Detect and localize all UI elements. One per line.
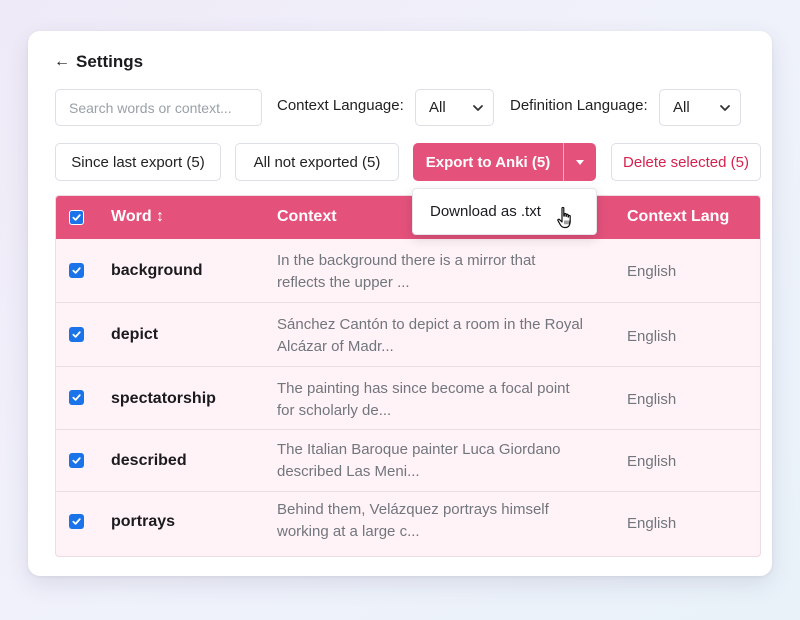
row-checkbox[interactable] — [69, 390, 84, 405]
context-language-value: All — [429, 99, 446, 116]
page-header: ← Settings — [54, 51, 143, 73]
export-split-button: Export to Anki (5) — [413, 143, 596, 181]
context-line: In the background there is a mirror that — [277, 252, 536, 269]
column-header-context: Context — [277, 208, 337, 225]
chevron-down-icon — [720, 104, 730, 111]
chevron-down-icon — [473, 104, 483, 111]
check-icon — [72, 394, 81, 401]
context-lang-cell: English — [627, 263, 677, 280]
definition-language-label: Definition Language: — [510, 97, 648, 114]
row-checkbox[interactable] — [69, 327, 84, 342]
context-language-select[interactable]: All — [415, 89, 494, 126]
caret-down-icon — [576, 159, 584, 165]
context-line: Behind them, Velázquez portrays himself — [277, 501, 549, 518]
context-cell: The painting has since become a focal po… — [277, 378, 607, 422]
check-icon — [72, 267, 81, 274]
check-icon — [72, 214, 81, 221]
select-all-checkbox[interactable] — [69, 210, 84, 225]
context-cell: Behind them, Velázquez portrays himself … — [277, 499, 607, 543]
context-line: The Italian Baroque painter Luca Giordan… — [277, 441, 561, 458]
export-options-toggle[interactable] — [564, 143, 596, 181]
table-row[interactable]: spectatorship The painting has since bec… — [56, 367, 760, 430]
context-line: Sánchez Cantón to depict a room in the R… — [277, 316, 584, 333]
check-icon — [72, 331, 81, 338]
context-line: The painting has since become a focal po… — [277, 380, 570, 397]
check-icon — [72, 457, 81, 464]
word-cell: described — [111, 452, 187, 469]
definition-language-select[interactable]: All — [659, 89, 741, 126]
context-line: Alcázar of Madr... — [277, 338, 394, 355]
word-cell: depict — [111, 326, 159, 343]
table-row[interactable]: depict Sánchez Cantón to depict a room i… — [56, 303, 760, 367]
context-line: described Las Meni... — [277, 463, 420, 480]
table-header: Word ↕ Context Context Lang — [56, 196, 760, 239]
context-lang-cell: English — [627, 391, 677, 408]
words-table: Word ↕ Context Context Lang background I… — [55, 195, 761, 557]
context-line: working at a large c... — [277, 523, 420, 540]
settings-card: ← Settings Context Language: All Definit… — [28, 31, 772, 576]
context-cell: In the background there is a mirror that… — [277, 250, 607, 294]
row-checkbox[interactable] — [69, 263, 84, 278]
delete-selected-button[interactable]: Delete selected (5) — [611, 143, 761, 181]
download-txt-menu-item[interactable]: Download as .txt — [430, 203, 541, 220]
context-line: for scholarly de... — [277, 402, 392, 419]
word-cell: spectatorship — [111, 390, 216, 407]
page-title: Settings — [76, 52, 144, 71]
context-line: reflects the upper ... — [277, 274, 410, 291]
context-lang-cell: English — [627, 453, 677, 470]
definition-language-value: All — [673, 99, 690, 116]
since-last-export-button[interactable]: Since last export (5) — [55, 143, 221, 181]
word-cell: portrays — [111, 513, 176, 530]
row-checkbox[interactable] — [69, 514, 84, 529]
context-cell: The Italian Baroque painter Luca Giordan… — [277, 439, 607, 483]
word-cell: background — [111, 262, 203, 279]
search-input[interactable] — [55, 89, 262, 126]
arrow-left-icon[interactable]: ← — [54, 53, 70, 71]
all-not-exported-button[interactable]: All not exported (5) — [235, 143, 399, 181]
table-row[interactable]: described The Italian Baroque painter Lu… — [56, 430, 760, 492]
table-row[interactable]: portrays Behind them, Velázquez portrays… — [56, 492, 760, 556]
export-to-anki-button[interactable]: Export to Anki (5) — [413, 143, 563, 181]
table-row[interactable]: background In the background there is a … — [56, 239, 760, 303]
context-lang-cell: English — [627, 328, 677, 345]
context-language-label: Context Language: — [277, 97, 404, 114]
row-checkbox[interactable] — [69, 453, 84, 468]
column-header-word[interactable]: Word ↕ — [111, 208, 164, 226]
column-header-context-lang: Context Lang — [627, 208, 730, 225]
check-icon — [72, 518, 81, 525]
context-cell: Sánchez Cantón to depict a room in the R… — [277, 314, 607, 358]
context-lang-cell: English — [627, 515, 677, 532]
hand-pointer-icon — [557, 206, 571, 229]
